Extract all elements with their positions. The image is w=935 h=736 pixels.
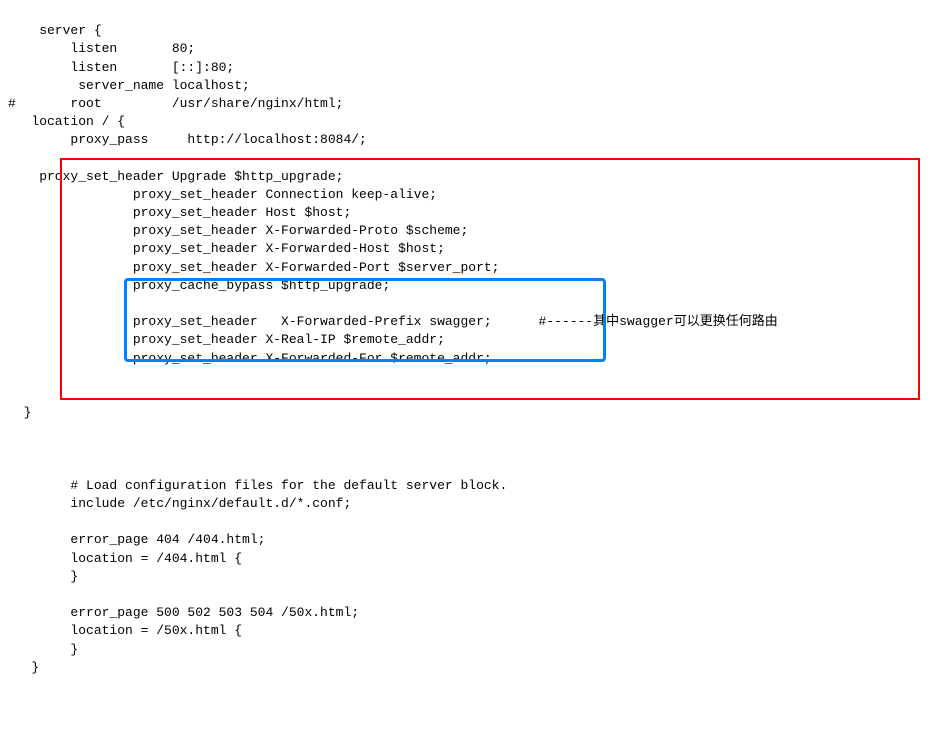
code-line: server_name localhost; [8, 78, 250, 93]
code-line: server { [8, 23, 102, 38]
code-line: proxy_cache_bypass $http_upgrade; [8, 278, 390, 293]
code-line: # root /usr/share/nginx/html; [8, 96, 343, 111]
code-line: location = /404.html { [8, 551, 242, 566]
code-line: error_page 404 /404.html; [8, 532, 265, 547]
code-line: proxy_set_header X-Forwarded-Host $host; [8, 241, 445, 256]
code-line: } [8, 660, 39, 675]
code-line: proxy_set_header Connection keep-alive; [8, 187, 437, 202]
code-line: error_page 500 502 503 504 /50x.html; [8, 605, 359, 620]
code-line: proxy_set_header X-Forwarded-Port $serve… [8, 260, 499, 275]
code-line: # Load configuration files for the defau… [8, 478, 507, 493]
code-line: } [8, 569, 78, 584]
nginx-config-code: server { listen 80; listen [::]:80; serv… [0, 0, 935, 736]
code-line: listen [::]:80; [8, 60, 234, 75]
code-line: proxy_set_header X-Real-IP $remote_addr; [8, 332, 445, 347]
code-line: location = /50x.html { [8, 623, 242, 638]
code-line: location / { [8, 114, 125, 129]
code-line: proxy_set_header X-Forwarded-Prefix swag… [8, 314, 778, 329]
code-line: proxy_set_header Upgrade $http_upgrade; [8, 169, 343, 184]
code-line: proxy_set_header X-Forwarded-Proto $sche… [8, 223, 468, 238]
code-line: } [8, 642, 78, 657]
code-line: listen 80; [8, 41, 195, 56]
code-line: } [8, 405, 31, 420]
code-line: proxy_set_header X-Forwarded-For $remote… [8, 351, 492, 366]
code-line: proxy_pass http://localhost:8084/; [8, 132, 367, 147]
code-line: proxy_set_header Host $host; [8, 205, 351, 220]
code-line: include /etc/nginx/default.d/*.conf; [8, 496, 351, 511]
